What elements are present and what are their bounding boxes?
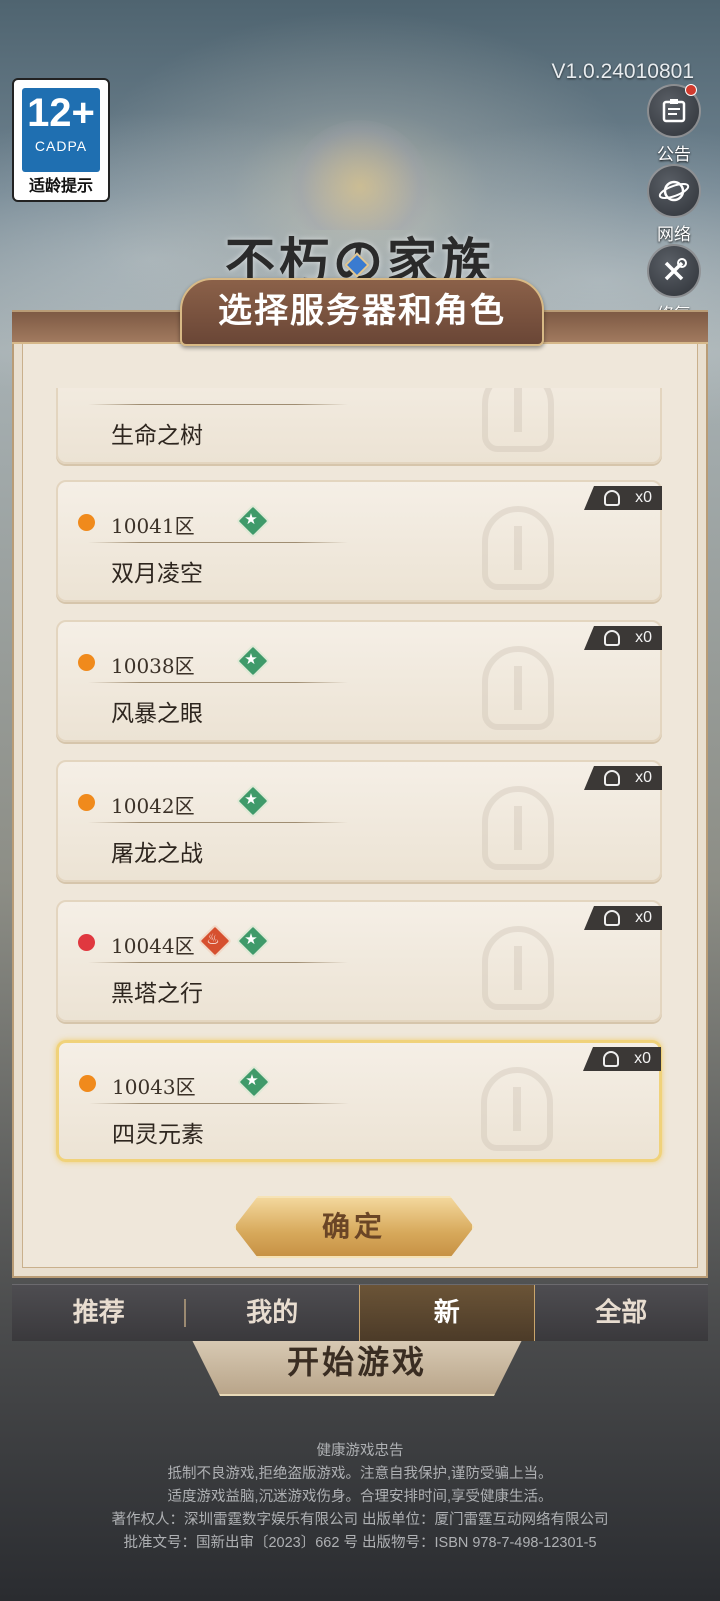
server-name: 生命之树 [111,423,203,449]
role-count-value: x0 [635,489,652,506]
server-card[interactable]: 10044区 ♨ ★ 黑塔之行 x0 [56,900,662,1022]
server-card[interactable]: 10042区 ★ 屠龙之战 x0 [56,760,662,882]
footer-line: 适度游戏益脑,沉迷游戏伤身。合理安排时间,享受健康生活。 [167,1489,553,1505]
notice-button[interactable]: 公告 [644,84,704,165]
age-rating-value: 12+ [27,91,95,135]
helmet-watermark-icon [482,388,554,452]
helmet-icon [604,630,620,646]
footer-line: 著作权人：深圳雷霆数字娱乐有限公司 出版单位：厦门雷霆互动网络有限公司 [111,1512,609,1528]
server-name: 四灵元素 [112,1122,204,1148]
star-icon: ★ [244,930,258,948]
helmet-watermark-icon [482,506,554,590]
server-status-dot [78,654,95,671]
server-name: 双月凌空 [111,561,203,587]
server-name: 屠龙之战 [111,841,203,867]
tab-all[interactable]: 全部 [535,1285,709,1341]
helmet-icon [604,910,620,926]
server-status-dot [79,1075,96,1092]
server-zone: 10041区 [111,514,195,538]
role-count: x0 [583,1047,661,1071]
age-rating-box: 12+ CADPA [22,88,100,172]
server-status-dot [78,794,95,811]
tab-label: 我的 [246,1298,299,1328]
new-server-badge: ★ [236,924,270,958]
hot-server-badge: ♨ [198,924,232,958]
server-card[interactable]: 10038区 ★ 风暴之眼 x0 [56,620,662,742]
server-zone: 10038区 [111,654,195,678]
tab-mine[interactable]: 我的 [186,1285,360,1341]
confirm-button[interactable]: 确定 [234,1196,474,1258]
age-rating-org: CADPA [34,138,88,154]
star-icon: ★ [244,790,258,808]
helmet-icon [604,770,620,786]
card-divider [89,1103,349,1104]
network-label: 网络 [657,225,691,244]
version-label: V1.0.24010801 [551,60,694,83]
server-status-dot [78,934,95,951]
server-zone: 10044区 [111,934,195,958]
role-count: x0 [584,486,662,510]
flame-icon: ♨ [206,930,220,948]
role-count: x0 [584,626,662,650]
role-count: x0 [584,906,662,930]
server-name: 黑塔之行 [111,981,203,1007]
notice-label: 公告 [657,145,691,164]
server-card[interactable]: 生命之树 [56,388,662,464]
star-icon: ★ [244,510,258,528]
notice-board-icon [647,84,701,138]
tab-new[interactable]: 新 [359,1285,535,1341]
card-divider [88,404,348,405]
server-status-dot [78,514,95,531]
server-name: 风暴之眼 [111,701,203,727]
new-server-badge: ★ [236,504,270,538]
tab-label: 推荐 [72,1298,125,1328]
health-notice-footer: 健康游戏忠告 抵制不良游戏,拒绝盗版游戏。注意自我保护,谨防受骗上当。 适度游戏… [0,1440,720,1555]
server-zone: 10042区 [111,794,195,818]
server-card-selected[interactable]: 10043区 ★ 四灵元素 x0 [56,1040,662,1162]
card-divider [88,962,348,963]
role-count-value: x0 [634,1050,651,1067]
helmet-watermark-icon [482,786,554,870]
wrench-repair-icon [647,244,701,298]
star-icon: ★ [244,650,258,668]
card-divider [88,682,348,683]
tab-label: 全部 [595,1298,648,1328]
server-zone: 10043区 [112,1075,196,1099]
planet-network-icon [647,164,701,218]
tab-recommended[interactable]: 推荐 [12,1285,186,1341]
helmet-icon [603,1051,619,1067]
helmet-icon [604,490,620,506]
age-rating-tip: 适龄提示 [28,178,93,195]
helmet-watermark-icon [481,1067,553,1151]
new-server-badge: ★ [236,644,270,678]
role-count-value: x0 [635,769,652,786]
card-divider [88,822,348,823]
notice-badge-dot [685,84,697,96]
start-game-button[interactable]: 开始游戏 [190,1336,524,1396]
footer-line: 健康游戏忠告 [316,1443,404,1459]
role-count-value: x0 [635,629,652,646]
card-divider [88,542,348,543]
footer-line: 批准文号：国新出审〔2023〕662 号 出版物号：ISBN 978-7-498… [123,1535,597,1551]
panel-title: 选择服务器和角色 [180,278,544,346]
server-filter-tabs: 推荐 我的 新 全部 [12,1284,708,1341]
tab-label: 新 [433,1298,460,1328]
server-list[interactable]: 生命之树 10041区 ★ 双月凌空 x0 10038区 ★ 风暴之眼 x0 1… [12,388,708,1178]
network-button[interactable]: 网络 [644,164,704,245]
age-rating-badge[interactable]: 12+ CADPA 适龄提示 [12,78,110,202]
role-count: x0 [584,766,662,790]
helmet-watermark-icon [482,926,554,1010]
server-card[interactable]: 10041区 ★ 双月凌空 x0 [56,480,662,602]
helmet-watermark-icon [482,646,554,730]
footer-line: 抵制不良游戏,拒绝盗版游戏。注意自我保护,谨防受骗上当。 [167,1466,553,1482]
new-server-badge: ★ [236,784,270,818]
star-icon: ★ [245,1071,259,1089]
new-server-badge: ★ [237,1065,271,1099]
role-count-value: x0 [635,909,652,926]
